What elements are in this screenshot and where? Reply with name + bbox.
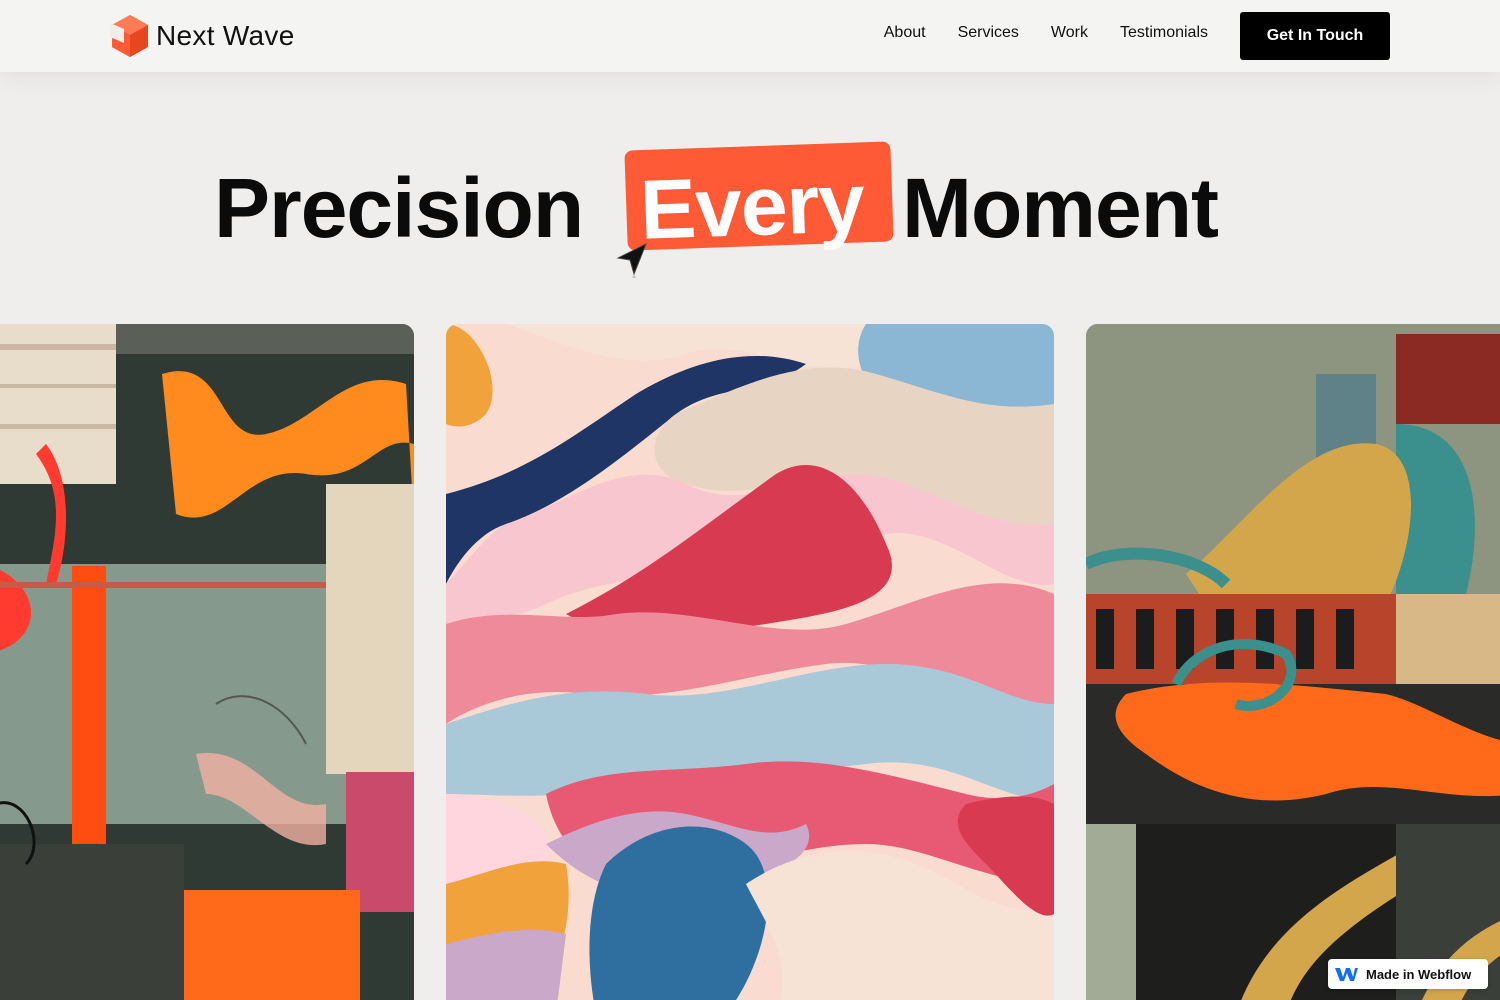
abstract-collage-artwork (0, 324, 414, 1000)
made-in-webflow-badge[interactable]: Made in Webflow (1328, 959, 1488, 989)
nav-link-services[interactable]: Services (958, 24, 1019, 42)
site-header: Next Wave About Services Work Testimonia… (0, 0, 1500, 72)
main-nav: About Services Work Testimonials (884, 24, 1208, 42)
hero-heading: Precision Every Moment (0, 140, 1500, 290)
brand-logo-link[interactable]: Next Wave (110, 13, 295, 59)
hero-word-precision: Precision (214, 161, 584, 255)
patterned-geometric-artwork (1086, 324, 1500, 1000)
gallery-card-patterned[interactable] (1086, 324, 1500, 1000)
badge-label: Made in Webflow (1366, 966, 1472, 982)
nav-link-about[interactable]: About (884, 24, 926, 42)
webflow-w-icon (1335, 968, 1358, 981)
get-in-touch-button[interactable]: Get In Touch (1240, 12, 1390, 60)
nav-link-work[interactable]: Work (1051, 24, 1088, 42)
brand-name: Next Wave (156, 20, 295, 51)
hero-word-every: Every (638, 155, 866, 257)
gallery-card-waves[interactable] (446, 324, 1054, 1000)
gallery-card-collage[interactable] (0, 324, 414, 1000)
hexagon-cube-icon (110, 15, 148, 57)
nav-link-testimonials[interactable]: Testimonials (1120, 24, 1208, 42)
pointer-arrow-icon (616, 242, 647, 278)
hero-word-moment: Moment (902, 161, 1219, 255)
wavy-pastel-artwork (446, 324, 1054, 1000)
